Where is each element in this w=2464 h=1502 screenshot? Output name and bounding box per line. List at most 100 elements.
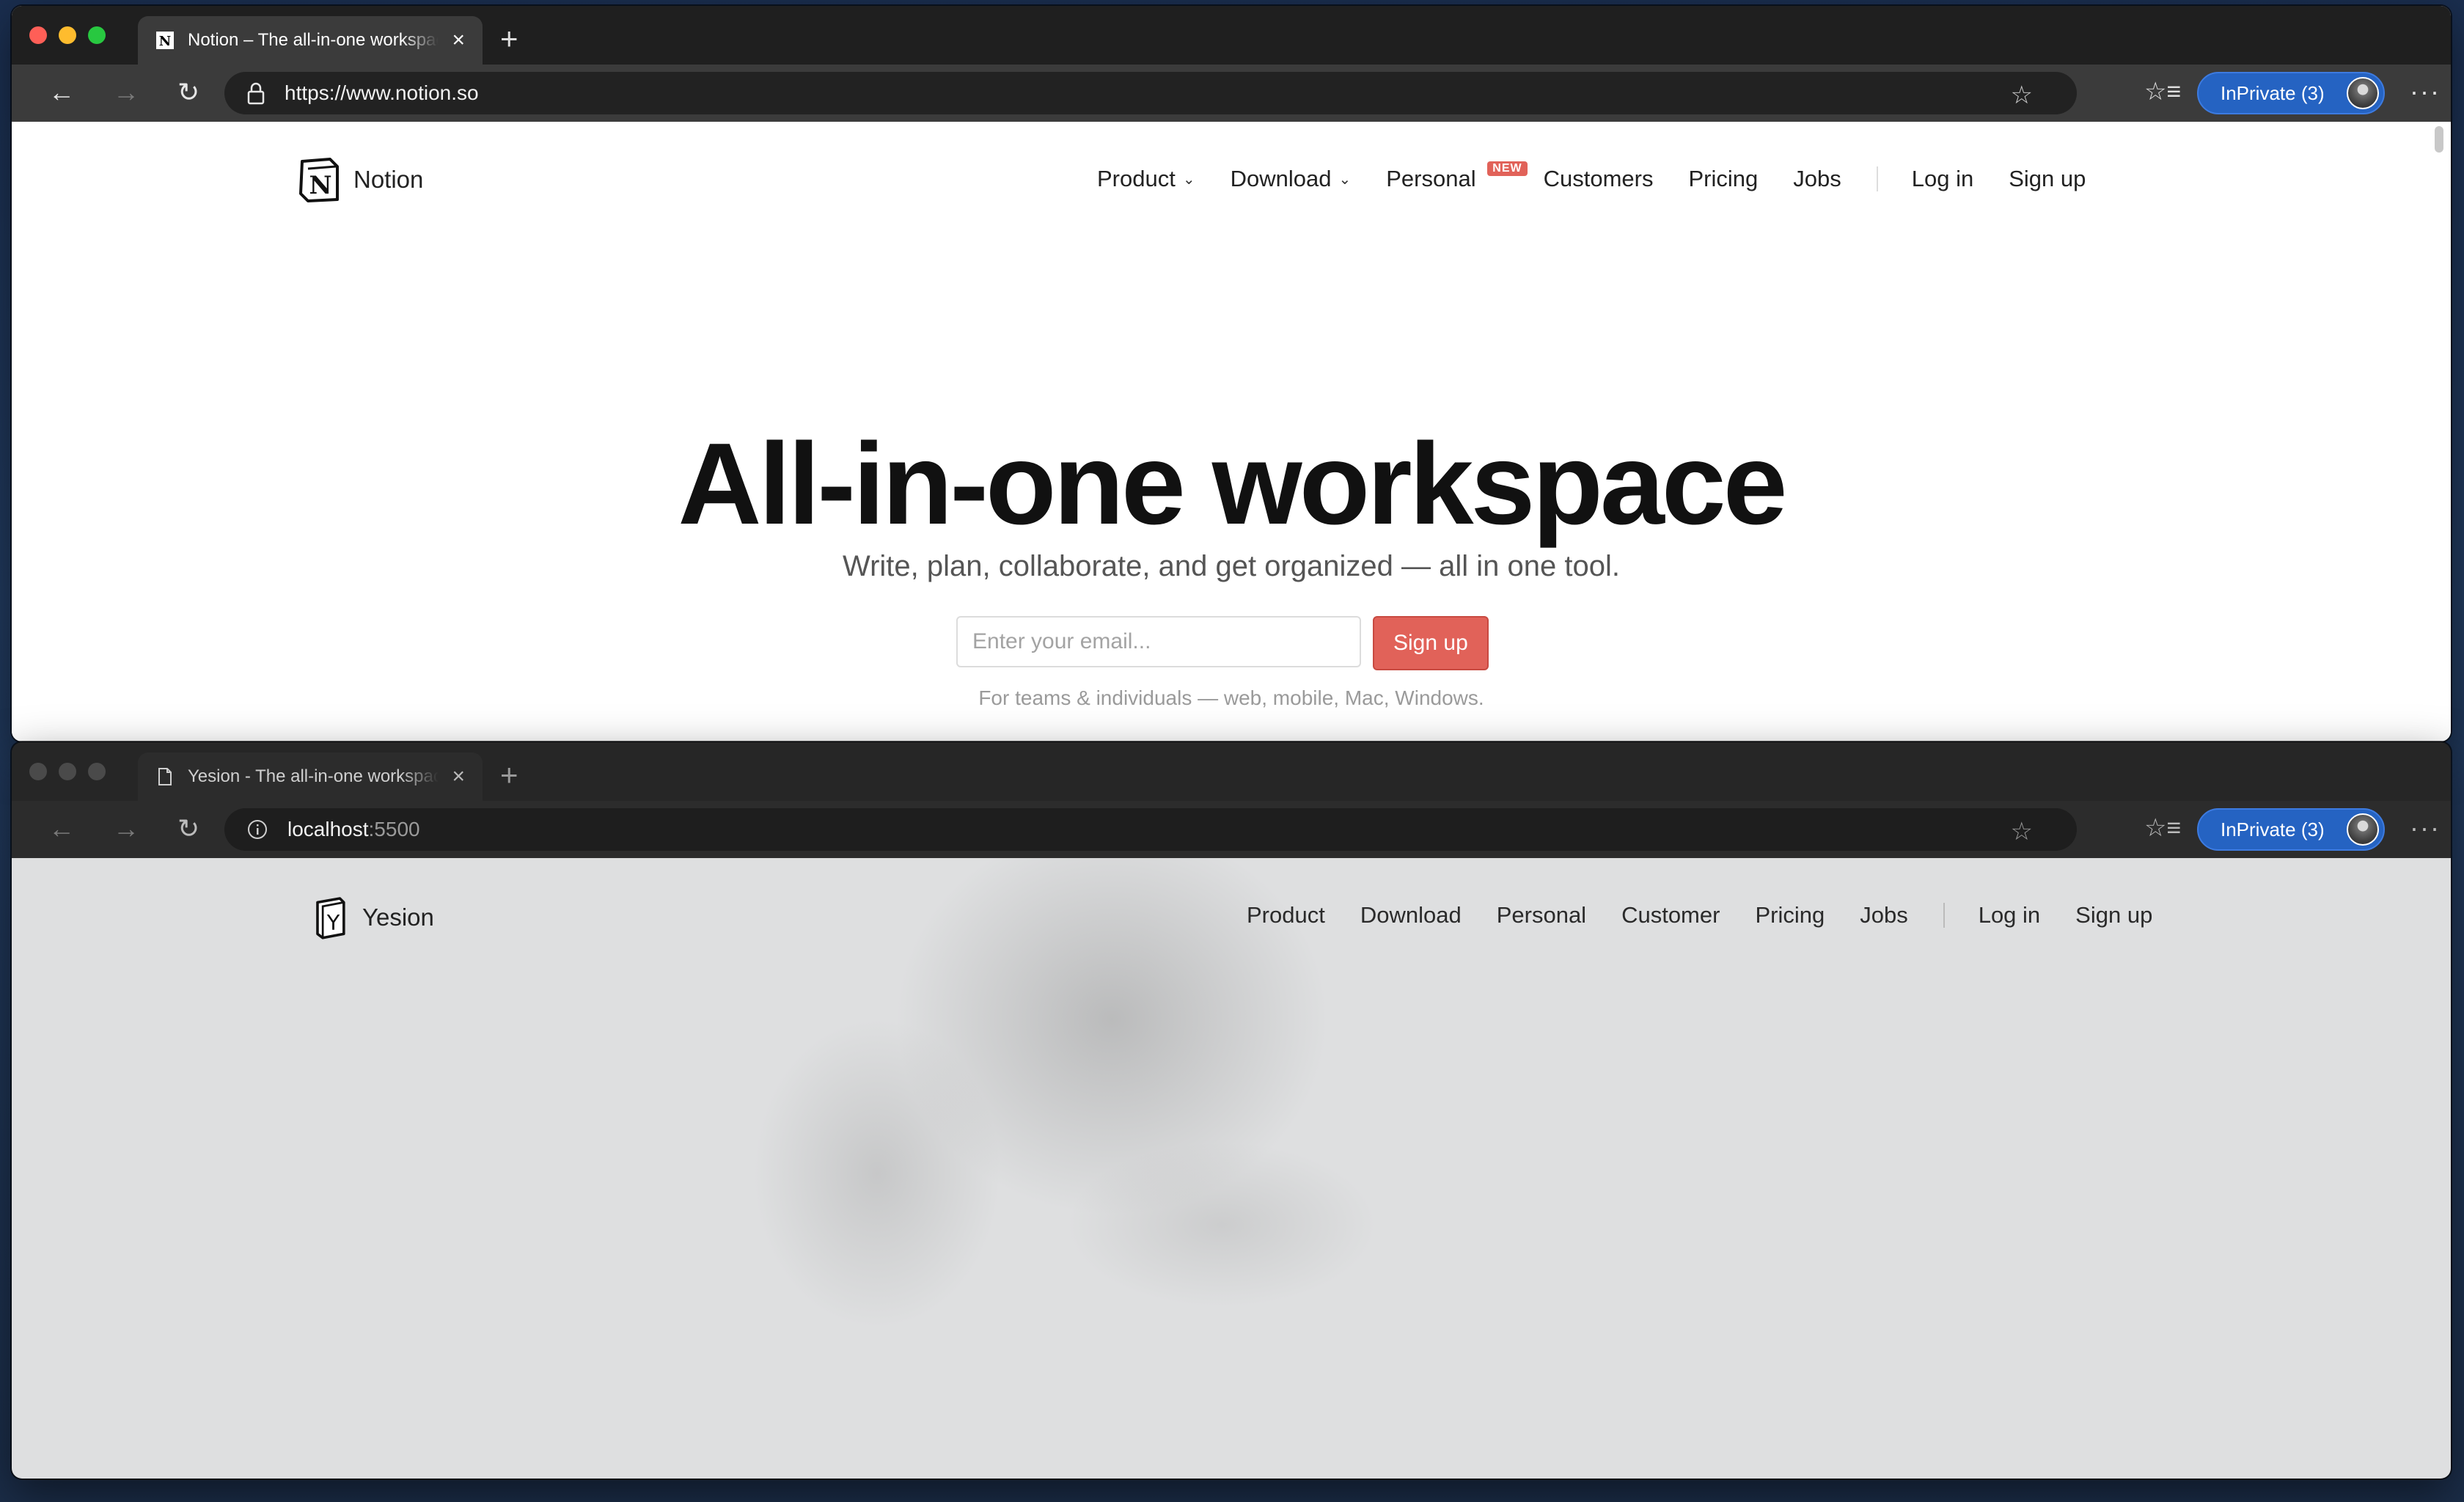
address-bar[interactable]: https://www.notion.so ☆ <box>224 72 2077 114</box>
back-arrow-icon[interactable]: ← <box>48 816 75 842</box>
url-text: localhost:5500 <box>287 818 420 840</box>
nav-download-label: Download <box>1360 902 1462 928</box>
nav-personal-label: Personal <box>1386 166 1476 191</box>
svg-text:N: N <box>309 171 331 200</box>
star-icon[interactable]: ☆ <box>2011 81 2033 110</box>
site-logo[interactable]: Y Yesion <box>311 893 434 942</box>
more-icon[interactable]: ··· <box>2410 813 2441 843</box>
site-header: Y Yesion Product Download Personal Custo… <box>12 893 2451 945</box>
hero-signup-button[interactable]: Sign up <box>1373 616 1489 670</box>
yesion-logo-icon: Y <box>316 897 345 939</box>
hero-title: All-in-one workspace <box>678 420 1787 549</box>
info-icon <box>248 820 267 839</box>
minimize-window-button[interactable] <box>59 26 76 44</box>
browser-tab-yesion[interactable]: Yesion - The all-in-one workspace × <box>138 752 483 801</box>
forward-arrow-icon[interactable]: → <box>113 79 139 106</box>
site-nav: Product ⌄ Download ⌄ Personal NEW Custom… <box>1097 161 2121 192</box>
notion-favicon-icon: N <box>156 32 174 49</box>
site-name: Notion <box>353 166 424 193</box>
nav-personal[interactable]: Personal <box>1497 902 1586 928</box>
signup-label: Sign up <box>2009 166 2086 191</box>
login-label: Log in <box>1978 902 2041 928</box>
nav-customer-label: Customer <box>1621 902 1720 928</box>
inprivate-label: InPrivate (3) <box>2221 818 2325 840</box>
nav-personal[interactable]: Personal NEW <box>1386 161 1528 192</box>
login-link[interactable]: Log in <box>1912 166 1973 192</box>
page-favicon-icon <box>158 768 172 785</box>
browser-toolbar: ← → ↻ localhost:5500 ☆ ☆≡ InPrivate (3) … <box>12 801 2451 860</box>
nav-pricing[interactable]: Pricing <box>1688 166 1758 192</box>
tab-strip: Yesion - The all-in-one workspace × + <box>12 742 2451 801</box>
new-badge: NEW <box>1487 161 1528 176</box>
nav-pricing[interactable]: Pricing <box>1755 902 1825 928</box>
close-tab-icon[interactable]: × <box>452 766 465 788</box>
browser-toolbar: ← → ↻ https://www.notion.so ☆ ☆≡ InPriva… <box>12 65 2451 123</box>
nav-product[interactable]: Product <box>1247 902 1325 928</box>
back-arrow-icon[interactable]: ← <box>48 79 75 106</box>
favorites-icon[interactable]: ☆≡ <box>2144 816 2181 840</box>
nav-personal-label: Personal <box>1496 902 1587 928</box>
new-tab-icon[interactable]: + <box>500 23 518 54</box>
page-viewport: N Notion Product ⌄ Download ⌄ Personal N… <box>12 122 2451 741</box>
email-field[interactable] <box>956 616 1361 667</box>
nav-divider <box>1876 166 1878 191</box>
nav-jobs-label: Jobs <box>1860 902 1908 928</box>
inprivate-label: InPrivate (3) <box>2221 81 2325 104</box>
new-tab-icon[interactable]: + <box>500 760 518 791</box>
login-link[interactable]: Log in <box>1979 902 2040 928</box>
nav-product-label: Product <box>1247 902 1325 928</box>
nav-download[interactable]: Download ⌄ <box>1231 166 1352 192</box>
nav-product-label: Product <box>1097 166 1176 191</box>
nav-customers[interactable]: Customers <box>1544 166 1654 192</box>
site-header: N Notion Product ⌄ Download ⌄ Personal N… <box>12 157 2451 208</box>
inprivate-button[interactable]: InPrivate (3) <box>2197 72 2385 114</box>
nav-product[interactable]: Product ⌄ <box>1097 166 1195 192</box>
nav-jobs[interactable]: Jobs <box>1860 902 1907 928</box>
notion-logo-icon: N <box>299 158 339 202</box>
nav-divider <box>1943 903 1945 928</box>
signup-link[interactable]: Sign up <box>2075 902 2152 928</box>
nav-customer[interactable]: Customer <box>1621 902 1720 928</box>
address-bar[interactable]: localhost:5500 ☆ <box>224 808 2077 851</box>
forward-arrow-icon[interactable]: → <box>113 816 139 842</box>
nav-jobs[interactable]: Jobs <box>1793 166 1841 192</box>
hero-note: For teams & individuals — web, mobile, M… <box>978 686 1484 709</box>
site-logo[interactable]: N Notion <box>298 157 423 202</box>
chevron-down-icon: ⌄ <box>1338 171 1352 188</box>
reload-icon[interactable]: ↻ <box>177 816 199 842</box>
maximize-window-button[interactable] <box>88 763 106 780</box>
svg-text:Y: Y <box>326 910 340 935</box>
nav-pricing-label: Pricing <box>1688 166 1759 191</box>
nav-customers-label: Customers <box>1543 166 1654 191</box>
signup-form: Sign up <box>956 616 1489 670</box>
signup-label: Sign up <box>2075 902 2153 928</box>
lock-icon <box>247 82 265 105</box>
reload-icon[interactable]: ↻ <box>177 79 199 106</box>
nav-download-label: Download <box>1230 166 1332 191</box>
inprivate-button[interactable]: InPrivate (3) <box>2197 808 2385 851</box>
minimize-window-button[interactable] <box>59 763 76 780</box>
maximize-window-button[interactable] <box>88 26 106 44</box>
nav-jobs-label: Jobs <box>1793 166 1841 191</box>
close-window-button[interactable] <box>29 763 47 780</box>
favorites-icon[interactable]: ☆≡ <box>2144 79 2181 104</box>
avatar <box>2347 813 2379 846</box>
star-icon[interactable]: ☆ <box>2011 817 2033 846</box>
close-tab-icon[interactable]: × <box>452 29 465 51</box>
more-icon[interactable]: ··· <box>2410 76 2441 107</box>
login-label: Log in <box>1911 166 1974 191</box>
browser-tab-notion[interactable]: N Notion – The all-in-one workspace × <box>138 16 483 65</box>
tab-title: Yesion - The all-in-one workspace <box>188 766 439 786</box>
tab-title: Notion – The all-in-one workspace <box>188 30 439 50</box>
site-name: Yesion <box>362 904 434 931</box>
svg-text:N: N <box>159 34 171 49</box>
close-window-button[interactable] <box>29 26 47 44</box>
nav-download[interactable]: Download <box>1360 902 1462 928</box>
avatar <box>2347 77 2379 109</box>
tab-strip: N Notion – The all-in-one workspace × + <box>12 6 2451 65</box>
signup-link[interactable]: Sign up <box>2009 166 2086 192</box>
browser-window-notion: N Notion – The all-in-one workspace × + … <box>12 6 2451 741</box>
chevron-down-icon: ⌄ <box>1182 171 1195 188</box>
window-controls <box>29 763 106 780</box>
scrollbar[interactable] <box>2435 126 2443 153</box>
